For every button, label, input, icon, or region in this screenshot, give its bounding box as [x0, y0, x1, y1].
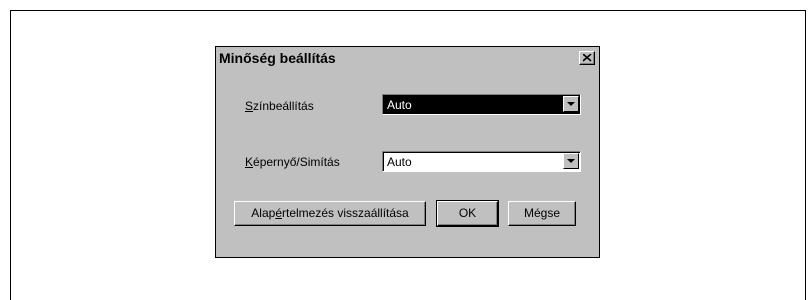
quality-settings-dialog: Minőség beállítás Színbeállítás Auto Kép…	[215, 46, 600, 258]
close-icon	[583, 54, 592, 62]
ok-button[interactable]: OK	[436, 200, 499, 227]
dialog-title: Minőség beállítás	[219, 50, 336, 66]
screen-smoothing-value: Auto	[387, 155, 412, 169]
screen-smoothing-label: Képernyő/Simítás	[245, 155, 340, 169]
chevron-down-icon	[567, 159, 575, 163]
reset-defaults-button[interactable]: Alapértelmezés visszaállítása	[234, 201, 426, 226]
color-setting-value: Auto	[387, 98, 412, 112]
screen-smoothing-combo[interactable]: Auto	[382, 151, 581, 172]
color-setting-label: Színbeállítás	[245, 99, 314, 113]
title-bar: Minőség beállítás	[217, 48, 598, 70]
color-setting-label-rest: zínbeállítás	[253, 99, 314, 113]
close-button[interactable]	[579, 51, 595, 65]
color-setting-combo[interactable]: Auto	[382, 94, 581, 115]
cancel-button[interactable]: Mégse	[508, 201, 576, 226]
color-setting-dropdown-button[interactable]	[563, 96, 579, 112]
chevron-down-icon	[567, 102, 575, 106]
screen-smoothing-dropdown-button[interactable]	[563, 153, 579, 169]
